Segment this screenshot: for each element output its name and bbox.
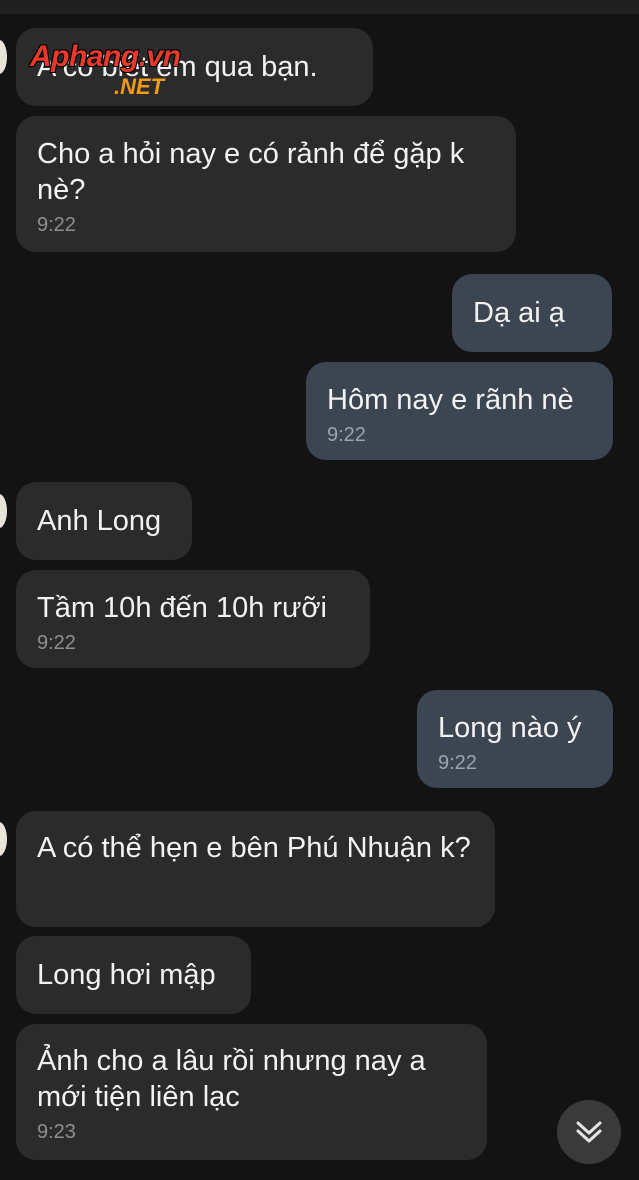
- message-text: Long hơi mập: [37, 959, 216, 991]
- watermark-logo: Aphang.vn .NET: [30, 40, 240, 104]
- chat-screen: A có biết em qua bạn. Aphang.vn .NET Cho…: [0, 0, 639, 1180]
- avatar[interactable]: [0, 494, 7, 528]
- message-text: Long nào ý: [438, 712, 582, 744]
- message-time: 9:22: [438, 752, 477, 774]
- message-bubble-incoming[interactable]: A có thể hẹn e bên Phú Nhuận k?: [16, 811, 495, 927]
- message-time: 9:22: [37, 632, 76, 654]
- message-time: 9:22: [37, 214, 76, 236]
- message-bubble-incoming[interactable]: Cho a hỏi nay e có rảnh để gặp k nè? 9:2…: [16, 116, 516, 252]
- status-bar: [0, 0, 639, 14]
- avatar[interactable]: [0, 40, 7, 74]
- double-chevron-down-icon: [576, 1121, 602, 1143]
- message-text: Ảnh cho a lâu rồi nhưng nay a mới tiện l…: [37, 1045, 426, 1113]
- message-text: Cho a hỏi nay e có rảnh để gặp k nè?: [37, 138, 465, 206]
- message-bubble-outgoing[interactable]: Hôm nay e rãnh nè 9:22: [306, 362, 613, 460]
- message-bubble-incoming[interactable]: Tầm 10h đến 10h rưỡi 9:22: [16, 570, 370, 668]
- message-text: A có thể hẹn e bên Phú Nhuận k?: [37, 832, 471, 864]
- avatar[interactable]: [0, 822, 7, 856]
- message-time: 9:23: [37, 1121, 76, 1143]
- message-time: 9:22: [327, 424, 366, 446]
- message-text: Tầm 10h đến 10h rưỡi: [37, 592, 327, 624]
- watermark-main: Aphang.vn: [30, 40, 181, 73]
- message-bubble-outgoing[interactable]: Dạ ai ạ: [452, 274, 612, 352]
- message-bubble-incoming[interactable]: Anh Long: [16, 482, 192, 560]
- message-text: Hôm nay e rãnh nè: [327, 384, 574, 416]
- message-bubble-incoming[interactable]: Ảnh cho a lâu rồi nhưng nay a mới tiện l…: [16, 1024, 487, 1160]
- scroll-to-bottom-button[interactable]: [557, 1100, 621, 1164]
- message-bubble-outgoing[interactable]: Long nào ý 9:22: [417, 690, 613, 788]
- message-text: Dạ ai ạ: [473, 297, 565, 329]
- watermark-suffix: .NET: [114, 74, 165, 99]
- message-text: Anh Long: [37, 505, 162, 537]
- message-bubble-incoming[interactable]: Long hơi mập: [16, 936, 251, 1014]
